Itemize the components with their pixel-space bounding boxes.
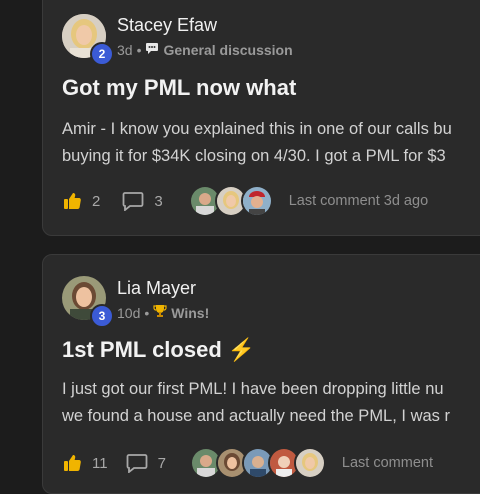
- speech-bubble-icon: [145, 41, 159, 58]
- post-card[interactable]: 3 Lia Mayer 10d • Wins! 1st PML closed ⚡…: [42, 254, 480, 494]
- like-count: 11: [92, 454, 108, 472]
- level-badge: 2: [90, 42, 114, 66]
- avatar[interactable]: 2: [62, 14, 114, 66]
- trophy-icon: [153, 304, 167, 321]
- post-body-line: we found a house and actually need the P…: [62, 407, 450, 425]
- post-card[interactable]: 2 Stacey Efaw 3d • General discussion Go…: [42, 0, 480, 236]
- comment-count: 3: [154, 192, 163, 210]
- like-button[interactable]: 11: [62, 453, 108, 473]
- post-body[interactable]: Amir - I know you explained this in one …: [62, 116, 480, 170]
- meta-separator: •: [144, 304, 150, 321]
- post-body-line: Amir - I know you explained this in one …: [62, 120, 452, 138]
- author-name[interactable]: Lia Mayer: [117, 278, 196, 299]
- comment-button[interactable]: 3: [122, 191, 163, 211]
- last-comment-text: Last comment: [341, 455, 433, 471]
- post-time: 3d: [117, 41, 133, 58]
- commenter-avatars: [188, 185, 273, 217]
- thumbs-up-icon: [62, 191, 82, 211]
- comment-icon: [126, 453, 148, 473]
- post-body[interactable]: I just got our first PML! I have been dr…: [62, 376, 480, 430]
- avatar[interactable]: [293, 447, 326, 479]
- comment-button[interactable]: 7: [126, 453, 166, 473]
- level-badge: 3: [90, 304, 114, 328]
- last-comment-text: Last comment 3d ago: [288, 193, 429, 209]
- post-actions: 2 3 Last comment 3d ago: [62, 185, 429, 217]
- avatar[interactable]: 3: [62, 276, 114, 328]
- post-meta: 3d • General discussion: [117, 41, 293, 58]
- avatar[interactable]: [240, 185, 273, 217]
- like-button[interactable]: 2: [62, 191, 100, 211]
- post-actions: 11 7 Last comment: [62, 447, 433, 479]
- post-time: 10d: [117, 304, 141, 321]
- category-link[interactable]: Wins!: [171, 305, 209, 321]
- post-title[interactable]: 1st PML closed ⚡: [62, 337, 255, 363]
- lightning-icon: ⚡: [227, 337, 256, 362]
- post-title[interactable]: Got my PML now what: [62, 75, 296, 101]
- comment-icon: [122, 191, 144, 211]
- meta-separator: •: [136, 41, 142, 58]
- post-meta: 10d • Wins!: [117, 304, 209, 321]
- like-count: 2: [92, 192, 101, 210]
- commenter-avatars: [189, 447, 326, 479]
- author-name[interactable]: Stacey Efaw: [117, 15, 217, 36]
- post-title-text: 1st PML closed: [62, 337, 222, 362]
- comment-count: 7: [157, 454, 166, 472]
- thumbs-up-icon: [62, 453, 82, 473]
- category-link[interactable]: General discussion: [163, 42, 292, 58]
- post-body-line: I just got our first PML! I have been dr…: [62, 380, 444, 398]
- post-body-line: buying it for $34K closing on 4/30. I go…: [62, 147, 446, 165]
